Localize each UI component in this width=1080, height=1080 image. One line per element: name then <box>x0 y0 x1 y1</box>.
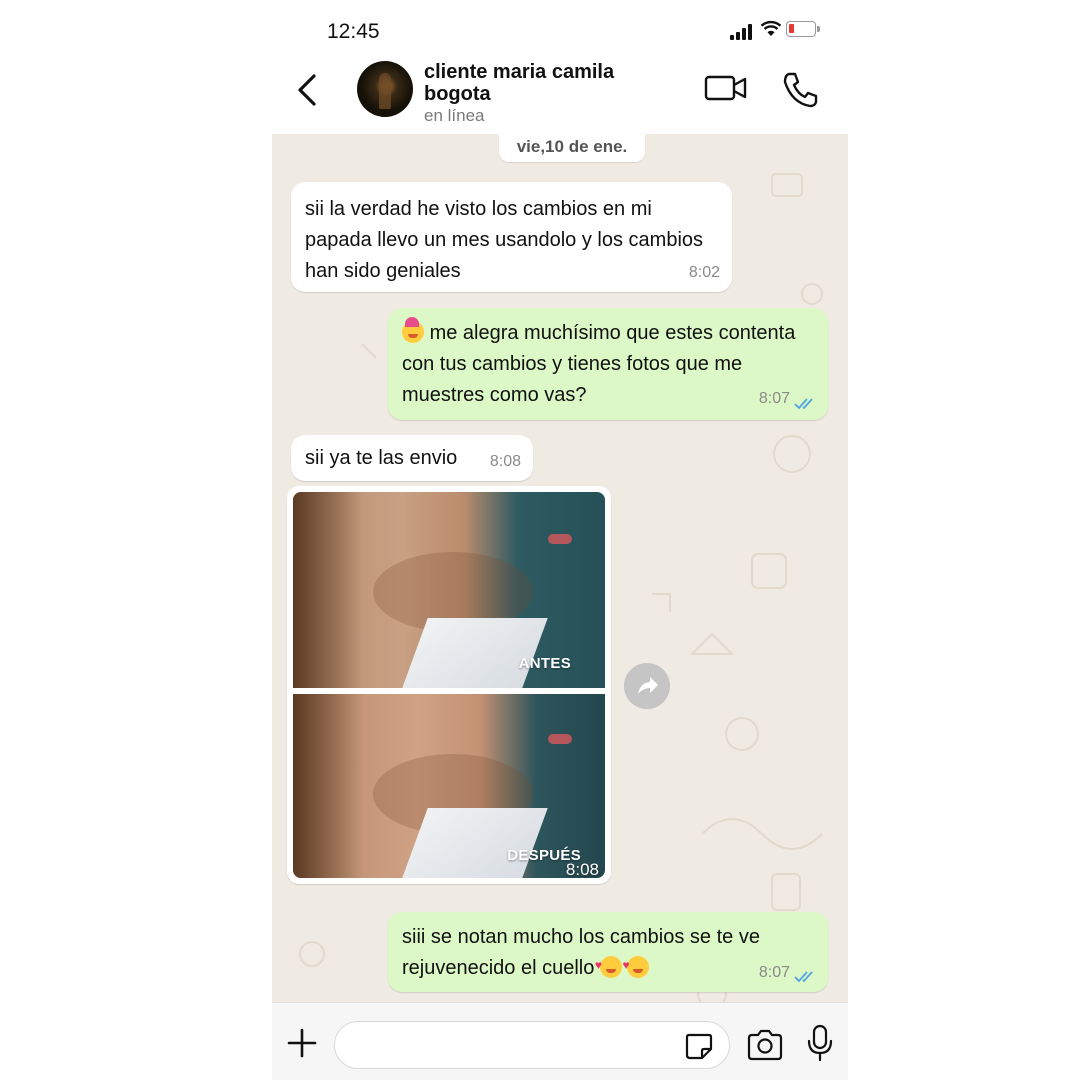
signal-icon <box>730 24 754 40</box>
camera-icon[interactable] <box>746 1029 784 1061</box>
sticker-icon[interactable] <box>684 1031 714 1061</box>
incoming-message[interactable]: sii la verdad he visto los cambios en mi… <box>291 182 732 292</box>
phone-screen: 12:45 cliente maria camila bogota en lín… <box>272 0 848 1080</box>
plus-icon[interactable] <box>284 1025 320 1061</box>
incoming-message[interactable]: sii ya te las envio 8:08 <box>291 435 533 481</box>
smiling-hearts-emoji <box>622 950 650 981</box>
battery-icon <box>786 21 820 37</box>
video-call-icon[interactable] <box>704 70 748 106</box>
status-bar: 12:45 <box>272 0 848 60</box>
before-label: ANTES <box>518 655 571 672</box>
message-time: 8:08 <box>489 453 521 470</box>
phone-call-icon[interactable] <box>780 70 820 110</box>
message-text: me alegra muchísimo que estes contenta c… <box>402 322 796 406</box>
double-check-read-icon <box>794 398 813 410</box>
image-message[interactable]: ANTES DESPUÉS 8:08 <box>287 486 611 884</box>
message-text: sii ya te las envio <box>305 447 458 469</box>
chat-area[interactable]: vie,10 de ene. sii la verdad he visto lo… <box>272 134 848 1002</box>
message-time: 8:07 <box>758 390 790 407</box>
back-arrow-icon[interactable] <box>290 70 326 110</box>
contact-name[interactable]: cliente maria camila bogota <box>424 61 664 105</box>
message-time: 8:07 <box>758 964 790 981</box>
message-time: 8:02 <box>688 264 720 281</box>
message-text: siii se notan mucho los cambios se te ve… <box>402 926 760 979</box>
outgoing-message[interactable]: siii se notan mucho los cambios se te ve… <box>388 912 828 992</box>
microphone-icon[interactable] <box>804 1023 836 1063</box>
smiling-hearts-emoji <box>595 950 622 981</box>
presence-status: en línea <box>424 106 485 125</box>
chat-header: cliente maria camila bogota en línea <box>272 58 848 135</box>
wifi-icon <box>760 20 782 36</box>
message-time: 8:08 <box>565 860 599 879</box>
partying-face-emoji <box>402 317 424 343</box>
outgoing-message[interactable]: me alegra muchísimo que estes contenta c… <box>388 308 828 420</box>
forward-icon[interactable] <box>624 663 670 709</box>
double-check-read-icon <box>794 971 813 983</box>
after-photo[interactable]: DESPUÉS <box>293 694 605 878</box>
message-text: sii la verdad he visto los cambios en mi… <box>305 198 704 282</box>
before-photo[interactable]: ANTES <box>293 492 605 688</box>
input-bar <box>272 1002 848 1080</box>
status-time: 12:45 <box>327 20 380 43</box>
contact-avatar[interactable] <box>357 61 413 117</box>
date-separator: vie,10 de ene. <box>499 134 645 162</box>
message-input[interactable] <box>334 1021 730 1069</box>
